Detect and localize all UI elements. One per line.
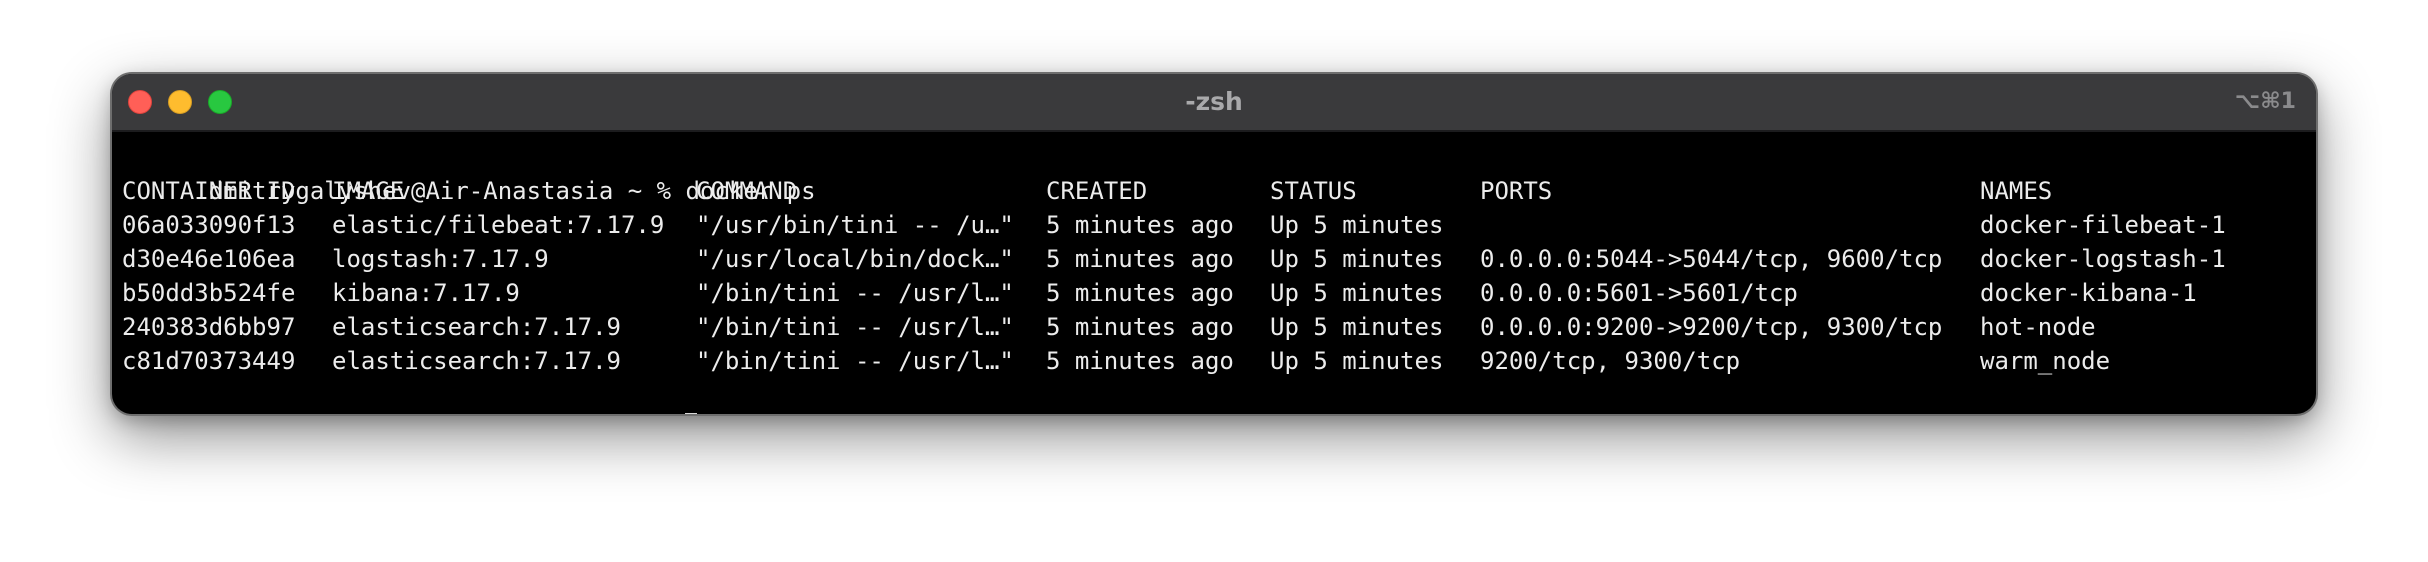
cell-names: docker-filebeat-1 (1980, 211, 2226, 239)
cell-ports: 9200/tcp, 9300/tcp (1480, 347, 1741, 375)
table-row: d30e46e106ea logstash:7.17.9 "/usr/local… (122, 242, 2306, 276)
cell-container-id: d30e46e106ea (122, 245, 296, 273)
cell-names: docker-logstash-1 (1980, 245, 2226, 273)
header-created: CREATED (1046, 177, 1148, 205)
cell-ports: 0.0.0.0:9200->9200/tcp, 9300/tcp (1480, 313, 1943, 341)
window-title: -zsh (1185, 87, 1243, 116)
cell-image: elastic/filebeat:7.17.9 (332, 211, 665, 239)
cell-status: Up 5 minutes (1270, 347, 1444, 375)
cell-status: Up 5 minutes (1270, 211, 1444, 239)
cell-created: 5 minutes ago (1046, 347, 1234, 375)
cell-container-id: 06a033090f13 (122, 211, 296, 239)
cell-image: elasticsearch:7.17.9 (332, 347, 621, 375)
cell-container-id: b50dd3b524fe (122, 279, 296, 307)
cell-created: 5 minutes ago (1046, 313, 1234, 341)
cell-command: "/usr/local/bin/dock…" (696, 245, 1014, 273)
table-header: CONTAINER ID IMAGE COMMAND CREATED STATU… (122, 174, 2306, 208)
table-row: 06a033090f13 elastic/filebeat:7.17.9 "/u… (122, 208, 2306, 242)
cell-command: "/usr/bin/tini -- /u…" (696, 211, 1014, 239)
table-row: b50dd3b524fe kibana:7.17.9 "/bin/tini --… (122, 276, 2306, 310)
prompt-line[interactable]: dmitrygalyshev@Air-Anastasia ~ % (122, 378, 2306, 414)
command-line: dmitrygalyshev@Air-Anastasia ~ % docker … (122, 140, 2306, 205)
cell-created: 5 minutes ago (1046, 245, 1234, 273)
terminal-window: -zsh ⌥⌘1 dmitrygalyshev@Air-Anastasia ~ … (112, 74, 2316, 414)
cell-container-id: c81d70373449 (122, 347, 296, 375)
cell-image: elasticsearch:7.17.9 (332, 313, 621, 341)
text-cursor (685, 413, 698, 414)
cell-status: Up 5 minutes (1270, 245, 1444, 273)
cell-ports: 0.0.0.0:5044->5044/tcp, 9600/tcp (1480, 245, 1943, 273)
cell-created: 5 minutes ago (1046, 211, 1234, 239)
header-ports: PORTS (1480, 177, 1553, 205)
header-status: STATUS (1270, 177, 1357, 205)
cell-status: Up 5 minutes (1270, 313, 1444, 341)
cell-image: kibana:7.17.9 (332, 279, 520, 307)
header-image: IMAGE (332, 177, 405, 205)
title-bar[interactable]: -zsh ⌥⌘1 (112, 74, 2316, 132)
cell-status: Up 5 minutes (1270, 279, 1444, 307)
cell-names: warm_node (1980, 347, 2111, 375)
header-names: NAMES (1980, 177, 2053, 205)
cell-command: "/bin/tini -- /usr/l…" (696, 313, 1014, 341)
cell-image: logstash:7.17.9 (332, 245, 549, 273)
terminal-output[interactable]: dmitrygalyshev@Air-Anastasia ~ % docker … (122, 140, 2306, 414)
cell-command: "/bin/tini -- /usr/l…" (696, 347, 1014, 375)
cell-created: 5 minutes ago (1046, 279, 1234, 307)
table-row: 240383d6bb97 elasticsearch:7.17.9 "/bin/… (122, 310, 2306, 344)
cell-command: "/bin/tini -- /usr/l…" (696, 279, 1014, 307)
cell-ports: 0.0.0.0:5601->5601/tcp (1480, 279, 1798, 307)
header-container-id: CONTAINER ID (122, 177, 296, 205)
cell-names: docker-kibana-1 (1980, 279, 2197, 307)
table-row: c81d70373449 elasticsearch:7.17.9 "/bin/… (122, 344, 2306, 378)
cell-names: hot-node (1980, 313, 2096, 341)
cell-container-id: 240383d6bb97 (122, 313, 296, 341)
header-command: COMMAND (696, 177, 798, 205)
window-shortcut: ⌥⌘1 (2234, 89, 2296, 114)
